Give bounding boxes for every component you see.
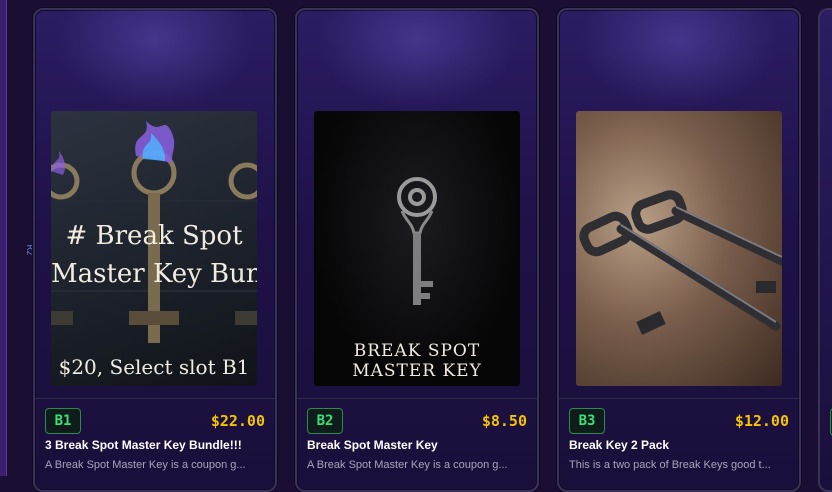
product-image[interactable]: # Break Spot Master Key Bundl $20, Selec… <box>51 111 257 386</box>
slot-badge: B1 <box>45 408 81 434</box>
product-description: A Break Spot Master Key is a coupon g... <box>307 459 508 471</box>
product-title[interactable]: 3 Break Spot Master Key Bundle!!! <box>45 438 267 452</box>
product-card-b3[interactable]: B3 $12.00 Break Key 2 Pack This is a two… <box>557 8 801 492</box>
slot-badge: B2 <box>307 408 343 434</box>
product-price: $22.00 <box>210 412 265 430</box>
product-card-partial[interactable] <box>818 8 832 492</box>
image-caption-line: Master Key Bundl <box>51 259 257 289</box>
card-divider <box>297 398 537 399</box>
image-caption-line: # Break Spot <box>65 221 243 251</box>
two-keys-illustration <box>579 190 782 335</box>
product-card-b2[interactable]: BREAK SPOT MASTER KEY B2 $8.50 Break Spo… <box>295 8 539 492</box>
image-caption-line: MASTER KEY <box>352 361 482 381</box>
card-divider <box>35 398 275 399</box>
product-description: This is a two pack of Break Keys good t.… <box>569 459 771 471</box>
image-caption-line: $20, Select slot B1 <box>58 355 250 379</box>
image-caption-line: BREAK SPOT <box>353 341 481 361</box>
product-card-b1[interactable]: # Break Spot Master Key Bundl $20, Selec… <box>33 8 277 492</box>
product-image[interactable] <box>576 111 782 386</box>
left-rail <box>0 0 7 476</box>
product-title[interactable]: Break Spot Master Key <box>307 438 529 452</box>
product-image[interactable]: BREAK SPOT MASTER KEY <box>314 111 520 386</box>
card-divider <box>559 398 799 399</box>
product-price: $8.50 <box>481 412 527 430</box>
row-label: R2 <box>24 244 34 256</box>
product-title[interactable]: Break Key 2 Pack <box>569 438 791 452</box>
product-description: A Break Spot Master Key is a coupon g... <box>45 459 246 471</box>
product-price: $12.00 <box>734 412 789 430</box>
slot-badge: B3 <box>569 408 605 434</box>
